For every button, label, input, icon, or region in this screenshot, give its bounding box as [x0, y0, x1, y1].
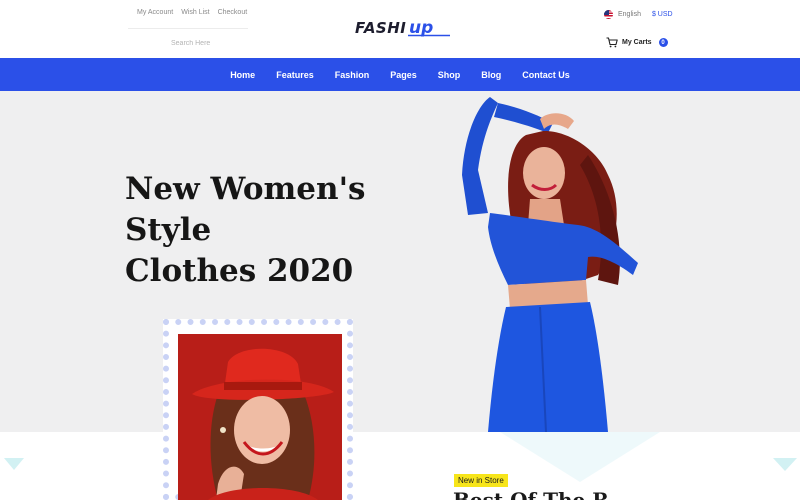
us-flag-icon — [604, 10, 613, 19]
hero-model-image — [462, 97, 638, 432]
nav-contact-us[interactable]: Contact Us — [522, 70, 570, 80]
nav-features[interactable]: Features — [276, 70, 314, 80]
wish-list-link[interactable]: Wish List — [181, 9, 209, 16]
logo-text: FASHI — [355, 19, 407, 37]
language-selector[interactable]: English $ USD — [604, 10, 673, 19]
nav-pages[interactable]: Pages — [390, 70, 417, 80]
red-hat-model-image — [178, 334, 342, 500]
nav-shop[interactable]: Shop — [438, 70, 461, 80]
promo-title: Best Of The R... — [453, 488, 630, 500]
divider — [128, 28, 248, 29]
language-label: English — [618, 11, 641, 18]
search-input[interactable] — [128, 36, 248, 50]
logo[interactable]: FASHI up — [355, 18, 452, 38]
nav-blog[interactable]: Blog — [481, 70, 501, 80]
cart-label: My Carts — [622, 39, 652, 46]
checkout-link[interactable]: Checkout — [218, 9, 248, 16]
page: My Account Wish List Checkout FASHI up E… — [0, 0, 800, 500]
my-account-link[interactable]: My Account — [137, 9, 173, 16]
logo-mark-text: up — [409, 19, 433, 37]
cart-button[interactable]: My Carts 0 — [606, 37, 668, 48]
hero-title-line2: Clothes 2020 — [125, 253, 354, 289]
cart-count-badge: 0 — [658, 38, 668, 47]
main-nav: Home Features Fashion Pages Shop Blog Co… — [0, 58, 800, 91]
lower-section — [0, 432, 800, 500]
decorative-triangle-right — [773, 458, 797, 471]
top-header: My Account Wish List Checkout FASHI up E… — [0, 0, 800, 58]
currency-selector[interactable]: $ USD — [652, 11, 673, 18]
nav-fashion[interactable]: Fashion — [335, 70, 370, 80]
top-links: My Account Wish List Checkout — [137, 9, 247, 16]
hero-title-line1: New Women's Style — [125, 171, 366, 248]
new-in-store-badge: New in Store — [454, 474, 508, 487]
nav-home[interactable]: Home — [230, 70, 255, 80]
hero-title: New Women's Style Clothes 2020 — [125, 169, 455, 292]
cart-icon — [606, 37, 618, 48]
logo-mark-icon: up — [408, 19, 451, 37]
decorative-triangle-left — [4, 458, 24, 470]
hero-banner: New Women's Style Clothes 2020 — [0, 91, 800, 432]
decorative-shape — [500, 432, 660, 482]
